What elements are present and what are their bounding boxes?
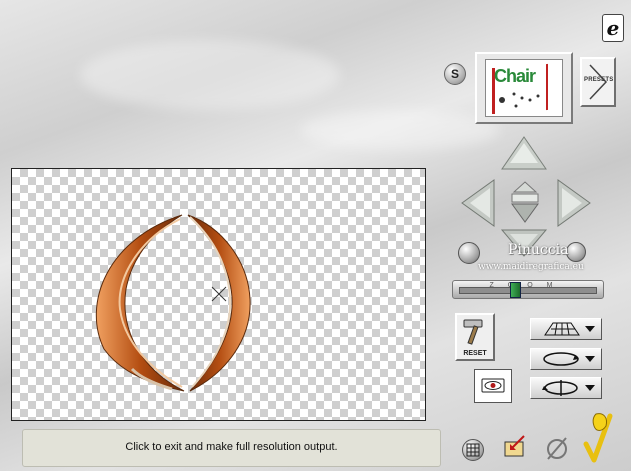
status-bar[interactable]: Click to exit and make full resolution o… [22,429,441,467]
background-sheen [300,110,500,150]
app-logo: e [602,14,624,42]
arrow-right-icon [557,179,591,227]
eye-icon [481,378,505,393]
arrow-left-button[interactable] [460,178,496,228]
presets-label: PRESETS [584,77,614,83]
cancel-button[interactable] [544,434,570,462]
thumbnail-title: Chair [494,66,536,86]
center-pyramid-button[interactable] [506,180,544,224]
lens-object [95,214,251,392]
rotate-dropdown[interactable] [530,348,602,370]
watermark-name: Pinuccia [508,242,569,258]
perspective-dropdown[interactable] [530,318,602,340]
thumbnail-image: Chair [485,59,563,117]
grid-plane-icon [544,322,595,336]
flip-ellipse-icon [542,380,595,396]
flip-dropdown[interactable] [530,377,602,399]
rotate-right-button[interactable] [566,242,586,262]
arrow-left-icon [461,179,495,227]
eye-button[interactable] [474,369,512,403]
rotate-left-button[interactable] [458,242,480,264]
presets-button[interactable]: PRESETS [580,57,616,107]
export-icon [504,435,525,457]
zoom-label: ZOOM [489,282,567,289]
rotate-ellipse-icon [543,352,595,366]
thumbnail-dots-icon [499,92,540,108]
no-icon [547,437,567,460]
ok-button[interactable] [582,410,614,466]
grid-icon [466,443,480,457]
background-sheen [80,40,340,110]
arrow-up-button[interactable] [500,135,548,171]
export-button[interactable] [502,432,530,460]
arrow-up-icon [501,136,547,170]
reset-button[interactable]: RESET [455,313,495,361]
zoom-slider[interactable]: ZOOM [452,280,604,299]
s-button[interactable]: S [444,63,466,85]
preview-thumbnail[interactable]: Chair [475,52,573,124]
checkmark-icon [583,413,613,463]
watermark-url: www.maidiregrafica.eu [478,262,584,272]
hammer-icon [463,319,483,345]
preview-canvas[interactable] [11,168,426,421]
arrow-right-button[interactable] [556,178,592,228]
grid-button[interactable] [462,439,484,461]
zoom-thumb[interactable] [509,282,521,298]
reset-label: RESET [463,350,487,357]
status-message: Click to exit and make full resolution o… [125,441,338,453]
center-pyramid-icon [511,181,539,223]
